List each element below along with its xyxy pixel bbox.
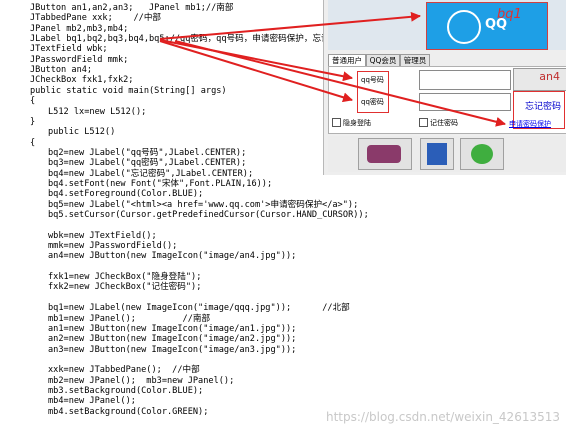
code-line: JLabel bq1,bq2,bq3,bq4,bq5;//qq密码，qq号码，申… [30,34,330,45]
qq-number-label: qq号码 [361,76,384,84]
wechat-icon [471,144,493,164]
code-line: an4=new JButton(new ImageIcon("image/an4… [48,251,297,262]
penguin-icon [447,10,481,44]
qq-logo-image: QQ bq1 [426,2,548,50]
code-line: an1=new JButton(new ImageIcon("image/an1… [48,323,297,334]
apply-protection-link[interactable]: 申请密码保护 [509,119,551,129]
code-line: public static void main(String[] args) [30,85,227,96]
south-panel [328,136,566,172]
code-line: xxk=new JTabbedPane(); //中部 [48,365,200,376]
code-line: wbk=new JTextField(); [48,230,157,241]
login-icon [367,145,401,163]
code-line: mmk=new JPasswordField(); [48,241,178,252]
code-line: an2=new JButton(new ImageIcon("image/an2… [48,334,297,345]
code-line: { [30,96,36,107]
code-line: mb4.setBackground(Color.GREEN); [48,406,209,417]
code-line: L512 lx=new L512(); [48,106,147,117]
code-line: mb4=new JPanel(); [48,396,136,407]
code-line: bq1=new JLabel(new ImageIcon("image/qqq.… [48,303,350,314]
code-line: bq5=new JLabel("<html><a href='www.qq.co… [48,199,359,210]
login-panel: qq号码 qq密码 an4 忘记密码 隐身登陆 记住密码 申请密码保护 [328,66,566,134]
watermark: https://blog.csdn.net/weixin_42613513 [325,410,560,424]
code-line: bq3=new JLabel("qq密码",JLabel.CENTER); [48,158,247,169]
code-line: bq4.setForeground(Color.BLUE); [48,189,204,200]
code-line: bq5.setCursor(Cursor.getPredefinedCursor… [48,210,369,220]
an4-button[interactable]: an4 [513,68,566,91]
invisible-login-label: 隐身登陆 [343,119,371,127]
code-line: JPasswordField mmk; [30,54,129,65]
code-line: mb1=new JPanel(); //南部 [48,313,211,324]
an3-button[interactable] [460,138,504,170]
code-line: an3=new JButton(new ImageIcon("image/an3… [48,344,297,355]
code-line: } [30,116,36,127]
code-line: JTextField wbk; [30,44,108,55]
word-icon [427,143,447,165]
code-line: JTabbedPane xxk; //中部 [30,13,162,24]
remember-password-label: 记住密码 [430,119,458,127]
code-line: mb3.setBackground(Color.BLUE); [48,385,204,396]
forgot-password-label[interactable]: 忘记密码 [525,99,561,112]
qq-password-field[interactable] [419,93,511,111]
qq-password-label: qq密码 [361,98,384,106]
an1-button[interactable] [358,138,412,170]
an4-annotation: an4 [539,70,560,83]
code-line: public L512() [48,127,116,138]
code-line: bq4=new JLabel("忘记密码",JLabel.CENTER); [48,168,254,179]
bq1-annotation: bq1 [497,7,522,22]
code-line: JButton an4; [30,65,93,76]
north-banner: QQ bq1 [328,0,566,50]
qq-number-field[interactable] [419,70,511,90]
remember-password-checkbox[interactable] [419,118,428,127]
invisible-login-checkbox[interactable] [332,118,341,127]
code-line: mb2=new JPanel(); mb3=new JPanel(); [48,375,235,386]
code-line: bq4.setFont(new Font("宋体",Font.PLAIN,16)… [48,178,273,189]
code-line: fxk2=new JCheckBox("记住密码"); [48,282,202,293]
code-line: JCheckBox fxk1,fxk2; [30,75,134,86]
code-line: { [30,137,36,148]
an2-button[interactable] [420,138,454,170]
qq-login-window: QQ bq1 普通用户 QQ会员 管理员 qq号码 qq密码 an4 忘记密码 … [323,0,566,175]
